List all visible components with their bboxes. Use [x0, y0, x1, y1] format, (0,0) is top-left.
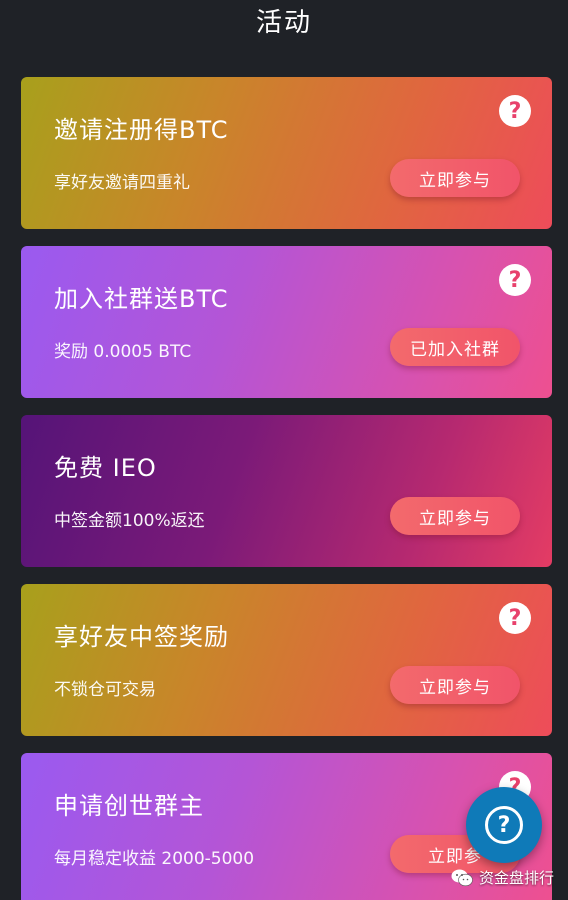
join-button[interactable]: 立即参与 [390, 497, 520, 535]
card-subtitle: 中签金额100%返还 [54, 511, 205, 531]
help-icon[interactable]: ? [499, 95, 531, 127]
activity-card-friend-reward[interactable]: 享好友中签奖励 不锁仓可交易 ? 立即参与 [21, 584, 552, 736]
watermark: 资金盘排行 [451, 867, 554, 888]
page-title: 活动 [255, 8, 312, 38]
help-circle-icon: ? [485, 806, 523, 844]
card-title: 免费 IEO [54, 454, 157, 482]
activity-card-invite[interactable]: 邀请注册得BTC 享好友邀请四重礼 ? 立即参与 [21, 77, 552, 229]
wechat-icon [451, 869, 473, 886]
card-subtitle: 享好友邀请四重礼 [54, 173, 190, 193]
help-icon[interactable]: ? [499, 602, 531, 634]
watermark-text: 资金盘排行 [478, 869, 554, 887]
activity-page: 活动 邀请注册得BTC 享好友邀请四重礼 ? 立即参与 加入社群送BTC 奖励 … [0, 0, 568, 900]
card-subtitle: 奖励 0.0005 BTC [54, 342, 192, 362]
activity-card-community[interactable]: 加入社群送BTC 奖励 0.0005 BTC ? 已加入社群 [21, 246, 552, 398]
card-subtitle: 每月稳定收益 2000-5000 [54, 849, 255, 869]
join-button[interactable]: 立即参与 [390, 159, 520, 197]
help-icon[interactable]: ? [499, 264, 531, 296]
joined-community-button[interactable]: 已加入社群 [390, 328, 520, 366]
card-subtitle: 不锁仓可交易 [54, 680, 156, 700]
card-title: 加入社群送BTC [54, 285, 229, 313]
card-title: 邀请注册得BTC [54, 116, 229, 144]
join-button[interactable]: 立即参与 [390, 666, 520, 704]
activity-card-ieo[interactable]: 免费 IEO 中签金额100%返还 立即参与 [21, 415, 552, 567]
header: 活动 [0, 0, 568, 48]
card-title: 申请创世群主 [54, 792, 204, 820]
help-fab-button[interactable]: ? [466, 787, 542, 863]
card-title: 享好友中签奖励 [54, 623, 229, 651]
